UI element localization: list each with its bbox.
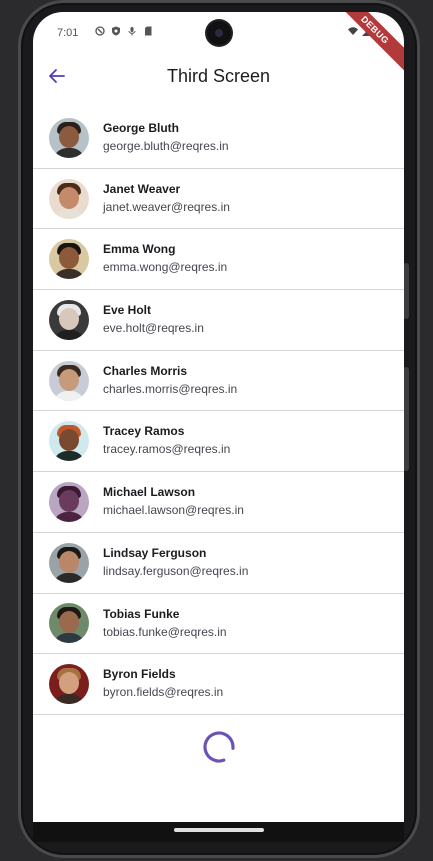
- user-list-item[interactable]: Tracey Ramos tracey.ramos@reqres.in: [33, 411, 404, 473]
- user-list-item[interactable]: Janet Weaver janet.weaver@reqres.in: [33, 169, 404, 230]
- user-email: tobias.funke@reqres.in: [103, 624, 227, 639]
- user-name: Tracey Ramos: [103, 424, 185, 439]
- user-email: lindsay.ferguson@reqres.in: [103, 563, 249, 578]
- user-text: Eve Holt eve.holt@reqres.in: [103, 302, 204, 336]
- avatar-face: [59, 307, 79, 330]
- user-text: Tobias Funke tobias.funke@reqres.in: [103, 606, 227, 640]
- user-list-item[interactable]: Emma Wong emma.wong@reqres.in: [33, 229, 404, 291]
- avatar: [49, 178, 89, 219]
- user-text: Michael Lawson michael.lawson@reqres.in: [103, 484, 244, 518]
- user-name: Emma Wong: [103, 242, 176, 257]
- avatar: [49, 542, 89, 583]
- user-email: tracey.ramos@reqres.in: [103, 442, 231, 457]
- avatar-face: [59, 368, 79, 391]
- user-text: Byron Fields byron.fields@reqres.in: [103, 666, 223, 700]
- wifi-icon: [348, 27, 358, 35]
- avatar-body: [53, 269, 85, 280]
- user-list: George Bluth george.bluth@reqres.in Jane…: [33, 108, 404, 715]
- user-text: Janet Weaver janet.weaver@reqres.in: [103, 181, 230, 215]
- user-email: george.bluth@reqres.in: [103, 139, 229, 153]
- user-email: michael.lawson@reqres.in: [103, 503, 244, 518]
- user-email: emma.wong@reqres.in: [103, 260, 228, 275]
- status-icons-left: [83, 26, 153, 36]
- user-list-item[interactable]: Byron Fields byron.fields@reqres.in: [33, 654, 404, 715]
- user-email: janet.weaver@reqres.in: [103, 199, 230, 214]
- avatar-face: [59, 186, 79, 209]
- avatar-face: [59, 489, 79, 512]
- vpn-shield-icon: [112, 26, 120, 36]
- user-email: charles.morris@reqres.in: [103, 381, 238, 396]
- avatar-body: [53, 633, 85, 644]
- user-name: Lindsay Ferguson: [103, 545, 207, 560]
- user-email: byron.fields@reqres.in: [103, 685, 224, 700]
- avatar-face: [59, 429, 79, 452]
- avatar-face: [59, 550, 79, 573]
- avatar-body: [53, 208, 85, 219]
- user-name: Janet Weaver: [103, 181, 181, 196]
- user-name: George Bluth: [103, 121, 180, 135]
- avatar-body: [53, 390, 85, 401]
- avatar: [49, 664, 89, 705]
- user-text: Emma Wong emma.wong@reqres.in: [103, 241, 227, 275]
- user-list-item[interactable]: Eve Holt eve.holt@reqres.in: [33, 290, 404, 351]
- avatar-body: [53, 147, 85, 158]
- avatar: [49, 239, 89, 280]
- avatar: [49, 299, 89, 340]
- avatar-body: [53, 329, 85, 340]
- user-text: Lindsay Ferguson lindsay.ferguson@reqres…: [103, 545, 248, 579]
- status-time: 7:01: [57, 27, 79, 39]
- user-list-item[interactable]: George Bluth george.bluth@reqres.in: [33, 108, 404, 169]
- avatar: [49, 603, 89, 644]
- avatar-face: [59, 247, 79, 270]
- user-name: Eve Holt: [103, 303, 152, 318]
- status-bar: 7:01 DEBUG: [33, 12, 404, 75]
- user-list-item[interactable]: Lindsay Ferguson lindsay.ferguson@reqres…: [33, 533, 404, 594]
- user-list-item[interactable]: Charles Morris charles.morris@reqres.in: [33, 351, 404, 412]
- avatar: [49, 360, 89, 401]
- app-screen: 7:01 DEBUG Third Screen George Bluth geo…: [33, 12, 404, 822]
- circular-progress-icon: [203, 731, 235, 763]
- mic-icon: [128, 27, 136, 36]
- page-title: Third Screen: [166, 66, 271, 86]
- avatar-body: [53, 694, 85, 705]
- avatar: [49, 481, 89, 522]
- user-name: Michael Lawson: [103, 485, 196, 500]
- avatar-body: [53, 511, 85, 522]
- navigation-bar: [33, 822, 404, 842]
- user-text: George Bluth george.bluth@reqres.in: [103, 120, 229, 154]
- user-name: Charles Morris: [103, 363, 188, 378]
- user-text: Tracey Ramos tracey.ramos@reqres.in: [103, 423, 230, 457]
- avatar-face: [59, 125, 79, 148]
- sd-card-icon: [145, 26, 152, 36]
- user-text: Charles Morris charles.morris@reqres.in: [103, 363, 237, 397]
- user-list-item[interactable]: Michael Lawson michael.lawson@reqres.in: [33, 472, 404, 533]
- notification-shield-icon: [95, 26, 105, 36]
- avatar: [49, 421, 89, 462]
- app-bar: Third Screen: [33, 54, 404, 100]
- user-name: Byron Fields: [103, 667, 176, 682]
- user-name: Tobias Funke: [103, 606, 180, 621]
- avatar: [49, 117, 89, 158]
- front-camera: [207, 21, 231, 45]
- user-list-item[interactable]: Tobias Funke tobias.funke@reqres.in: [33, 594, 404, 655]
- avatar-body: [53, 572, 85, 583]
- user-email: eve.holt@reqres.in: [103, 321, 204, 336]
- avatar-face: [59, 672, 79, 695]
- home-indicator[interactable]: [174, 828, 264, 832]
- avatar-face: [59, 611, 79, 634]
- avatar-body: [53, 451, 85, 462]
